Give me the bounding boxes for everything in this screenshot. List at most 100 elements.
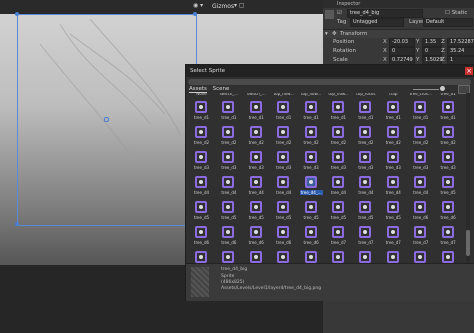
sprite-item[interactable]: tree_d7	[354, 249, 377, 263]
static-checkbox[interactable]: ☐ Static	[445, 10, 467, 16]
sprite-item[interactable]: tree_d6	[300, 224, 323, 249]
sprite-item[interactable]: tree_d2	[327, 124, 350, 149]
sprite-item[interactable]: tree_d7	[217, 249, 240, 263]
sprite-item[interactable]: tree_d2	[190, 124, 213, 149]
sprite-item[interactable]: tree_d7	[437, 249, 460, 263]
slider-knob[interactable]	[440, 86, 445, 91]
sprite-item[interactable]: tree_d1	[300, 99, 323, 124]
sprite-item[interactable]: tree_d5	[327, 199, 350, 224]
sprite-item[interactable]: tree_d4	[382, 174, 405, 199]
sprite-item[interactable]: tree_d6	[190, 224, 213, 249]
gizmos-button[interactable]: Gizmos	[212, 3, 234, 10]
sprite-item[interactable]: tree_d3	[300, 149, 323, 174]
position-y-field[interactable]: 1.35	[422, 38, 442, 47]
tab-assets[interactable]: Assets	[189, 86, 207, 93]
header-item-label[interactable]: tree_d1	[437, 93, 460, 96]
object-name-field[interactable]: tree_d4_big	[347, 9, 423, 18]
scrollbar-thumb[interactable]	[466, 230, 470, 256]
rect-handle-tr[interactable]	[193, 12, 197, 16]
rect-handle-tl[interactable]	[15, 12, 19, 16]
sprite-item[interactable]: tree_d3	[327, 149, 350, 174]
header-item-label[interactable]: trap	[382, 93, 405, 96]
sprite-item[interactable]: tree_d5	[272, 199, 295, 224]
sprite-item[interactable]: tree_d2	[300, 124, 323, 149]
sprite-item[interactable]: tree_d4	[217, 174, 240, 199]
sprite-item[interactable]: tree_d1	[272, 99, 295, 124]
sprite-item[interactable]: tree_d1	[217, 99, 240, 124]
sprite-item[interactable]: tree_d1	[327, 99, 350, 124]
layer-dropdown[interactable]: Default	[423, 18, 473, 27]
thumbnail-size-slider[interactable]	[413, 89, 439, 90]
sprite-item[interactable]: tree_d5	[300, 199, 323, 224]
sprite-item[interactable]: tree_d5	[437, 174, 460, 199]
rotation-z-field[interactable]: 35.24	[447, 47, 474, 56]
dialog-titlebar[interactable]: Select Sprite ×	[186, 65, 474, 77]
sprite-item[interactable]: tree_d3	[272, 149, 295, 174]
sprite-item[interactable]: tree_d3	[409, 149, 432, 174]
sprite-item[interactable]: tree_d1	[190, 99, 213, 124]
sprite-item[interactable]: tree_d7	[354, 224, 377, 249]
search-input[interactable]	[188, 79, 471, 85]
sprite-item[interactable]: tree_d7	[437, 224, 460, 249]
close-button[interactable]: ×	[465, 67, 473, 75]
tab-scene[interactable]: Scene	[213, 86, 230, 92]
header-item-label[interactable]: switch_...	[217, 93, 240, 96]
visibility-icon[interactable]: ◉ ▾	[193, 2, 203, 9]
header-item-label[interactable]: tree_cros...	[409, 93, 432, 96]
sprite-item[interactable]: tree_d7	[382, 249, 405, 263]
rect-handle-bl[interactable]	[15, 222, 19, 226]
rotation-x-field[interactable]: 0	[389, 47, 415, 56]
sprite-item[interactable]: tree_d7	[382, 224, 405, 249]
sprite-item[interactable]: tree_d7	[409, 224, 432, 249]
sprite-item[interactable]: tree_d3	[217, 149, 240, 174]
foldout-icon[interactable]: ▾	[325, 31, 328, 37]
sprite-item[interactable]: tree_d5	[217, 199, 240, 224]
sprite-item[interactable]: tree_d6	[437, 199, 460, 224]
sprite-item[interactable]: tree_d1	[354, 99, 377, 124]
sprite-item[interactable]: tree_d3	[382, 149, 405, 174]
transform-header[interactable]: ▾ ✥ Transform	[323, 29, 474, 38]
gizmos-dropdown-icon[interactable]: ▾ ▢	[234, 2, 245, 9]
sprite-item[interactable]: tree_d7	[327, 249, 350, 263]
sprite-item[interactable]: tree_d6	[409, 199, 432, 224]
sprite-item[interactable]: tree_d7	[190, 249, 213, 263]
position-x-field[interactable]: -20.03	[389, 38, 415, 47]
sprite-item[interactable]: tree_d7	[272, 249, 295, 263]
sprite-item[interactable]: tree_d2	[354, 124, 377, 149]
sprite-item[interactable]: tree_d6	[245, 224, 268, 249]
sprite-item[interactable]: tree_d5	[354, 199, 377, 224]
header-item-label[interactable]: top_rocks	[354, 93, 377, 96]
sprite-item[interactable]: tree_d7	[327, 224, 350, 249]
sprite-item[interactable]: tree_d1	[245, 99, 268, 124]
sprite-item[interactable]: tree_d7	[409, 249, 432, 263]
sprite-item[interactable]: tree_d4	[245, 174, 268, 199]
sprite-item[interactable]: tree_d2	[382, 124, 405, 149]
tag-dropdown[interactable]: Untagged	[350, 18, 404, 27]
sprite-item[interactable]: tree_d3	[190, 149, 213, 174]
inspector-tab[interactable]: Inspector	[323, 0, 474, 8]
sprite-item[interactable]: tree_d7	[245, 249, 268, 263]
sprite-item[interactable]: tree_d6	[272, 224, 295, 249]
sprite-item[interactable]: tree_d5	[245, 199, 268, 224]
header-item-label[interactable]: None	[190, 93, 213, 96]
sprite-item[interactable]: tree_d1	[382, 99, 405, 124]
sprite-item[interactable]: tree_d1	[437, 99, 460, 124]
sprite-item[interactable]: tree_d2	[437, 124, 460, 149]
sprite-item[interactable]: tree_d3	[437, 149, 460, 174]
sprite-item[interactable]: tree_d4	[272, 174, 295, 199]
rotation-y-field[interactable]: 0	[422, 47, 442, 56]
sprite-item[interactable]: tree_d4	[354, 174, 377, 199]
sprite-item[interactable]: tree_d4	[327, 174, 350, 199]
sprite-item[interactable]: tree_d3	[354, 149, 377, 174]
sprite-item[interactable]: tree_d6	[217, 224, 240, 249]
sprite-item[interactable]: tree_d2	[217, 124, 240, 149]
sprite-item[interactable]: tree_d4	[190, 174, 213, 199]
sprite-item[interactable]: tree_d4	[409, 174, 432, 199]
sprite-item[interactable]: tree_d2	[245, 124, 268, 149]
sprite-item[interactable]: tree_d5	[190, 199, 213, 224]
active-checkbox[interactable]: ☑	[337, 10, 342, 16]
header-item-label[interactable]: top_flow...	[300, 93, 323, 96]
position-z-field[interactable]: 17.52287	[447, 38, 474, 47]
sprite-item[interactable]: tree_d4_...	[299, 174, 323, 199]
header-item-label[interactable]: switch_...	[245, 93, 268, 96]
